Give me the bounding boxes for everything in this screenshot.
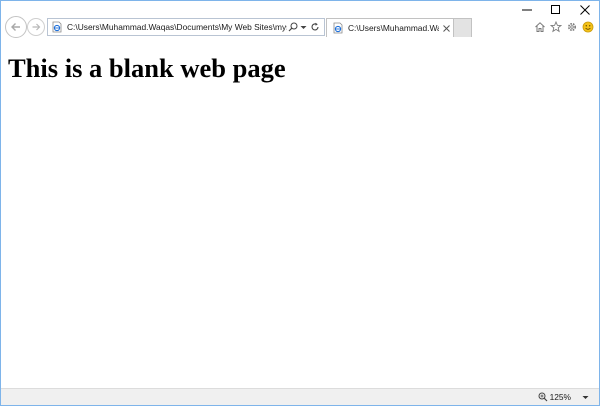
search-icon [288,22,298,32]
magnifier-icon [538,392,548,402]
forward-arrow-icon [32,23,41,31]
favorites-button[interactable] [548,19,564,35]
new-tab-button[interactable] [454,18,472,37]
address-bar[interactable]: C:\Users\Muhammad.Waqas\Documents\My Web… [47,18,325,36]
back-button[interactable] [5,16,27,38]
browser-window: C:\Users\Muhammad.Waqas\Documents\My Web… [0,0,600,406]
chevron-down-icon [582,395,589,399]
address-url[interactable]: C:\Users\Muhammad.Waqas\Documents\My Web… [64,19,287,35]
close-button[interactable] [570,1,599,19]
zoom-dropdown-button[interactable] [582,389,589,405]
home-button[interactable] [532,19,548,35]
star-icon [550,21,562,33]
ie-page-icon [331,21,345,35]
refresh-button[interactable] [308,19,321,35]
gear-icon [567,22,577,32]
address-tools [287,19,324,35]
tools-button[interactable] [564,19,580,35]
tab-close-button[interactable] [439,20,453,36]
command-toolbar [532,19,596,35]
status-bar: 125% [1,388,599,405]
close-icon [579,5,590,15]
back-arrow-icon [11,23,20,31]
smiley-icon [582,21,594,33]
forward-button[interactable] [27,18,45,36]
page-content: This is a blank web page [2,38,599,388]
ie-page-icon [50,20,64,34]
tab-title: C:\Users\Muhammad.Waq... [348,23,439,33]
address-dropdown-button[interactable] [299,19,308,35]
maximize-button[interactable] [541,1,570,19]
refresh-icon [311,22,319,31]
home-icon [535,22,545,32]
maximize-icon [550,5,560,14]
zoom-control[interactable]: 125% [538,389,571,405]
page-heading: This is a blank web page [8,53,286,83]
feedback-button[interactable] [580,19,596,35]
minimize-icon [521,9,532,11]
zoom-level: 125% [549,392,571,402]
browser-tab[interactable]: C:\Users\Muhammad.Waq... [326,18,454,37]
caption-buttons [512,1,599,19]
close-icon [442,24,450,32]
chevron-down-icon [300,25,307,29]
minimize-button[interactable] [512,1,541,19]
search-button[interactable] [287,19,299,35]
